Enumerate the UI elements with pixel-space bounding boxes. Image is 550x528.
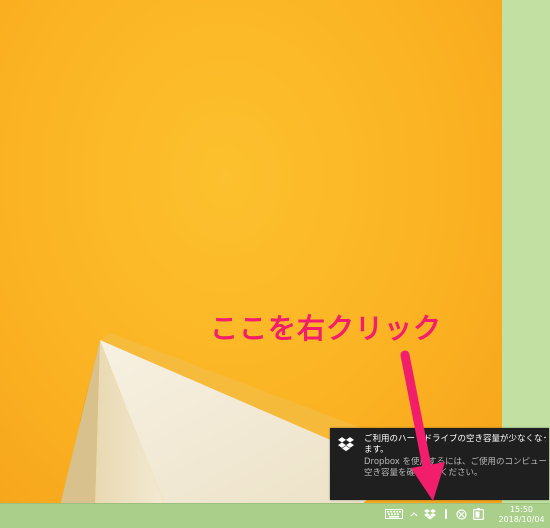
dropbox-icon bbox=[338, 437, 354, 456]
notification-text: ご利用のハードドライブの空き容量が少なくなってい ます。 Dropbox を使用… bbox=[364, 434, 546, 479]
notification-line-3: Dropbox を使用するには、ご使用のコンピュータの bbox=[364, 457, 546, 467]
dropbox-icon[interactable] bbox=[423, 504, 437, 524]
taskbar-clock[interactable]: 15:50 2018/10/04 bbox=[493, 505, 550, 527]
notification-line-2: ます。 bbox=[364, 445, 389, 455]
dropbox-notification[interactable]: ご利用のハードドライブの空き容量が少なくなってい ます。 Dropbox を使用… bbox=[330, 428, 549, 500]
network-icon[interactable] bbox=[440, 504, 452, 524]
keyboard-icon[interactable] bbox=[384, 504, 404, 524]
chevron-up-icon[interactable] bbox=[408, 504, 420, 524]
clock-time: 15:50 bbox=[509, 505, 534, 514]
no-sound-icon[interactable] bbox=[454, 504, 468, 524]
annotation-label: ここを右クリック bbox=[210, 312, 443, 345]
notification-line-4: 空き容量を確保してください。 bbox=[364, 468, 483, 478]
battery-icon[interactable] bbox=[471, 504, 485, 524]
clock-date: 2018/10/04 bbox=[498, 515, 545, 524]
notification-line-1: ご利用のハードドライブの空き容量が少なくなってい bbox=[364, 434, 546, 444]
